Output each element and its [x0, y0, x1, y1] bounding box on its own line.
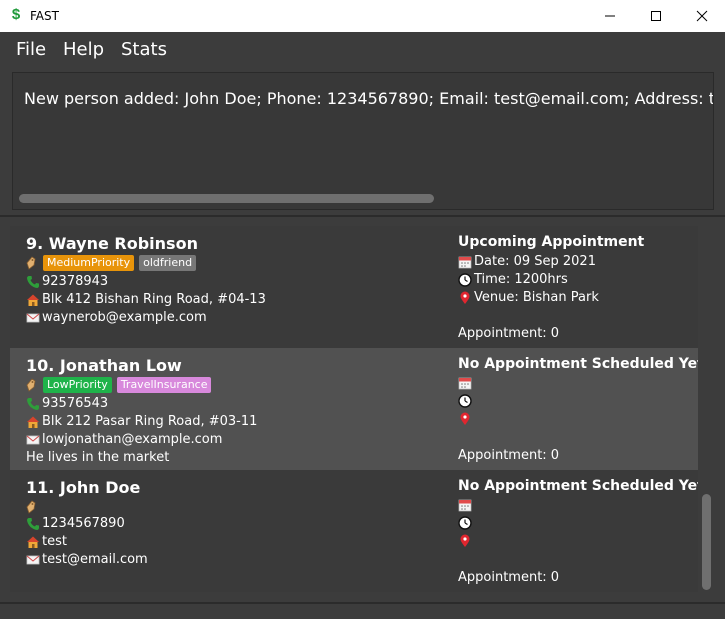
house-icon — [27, 294, 39, 306]
mail-icon — [26, 313, 40, 322]
tag-chip: oldfriend — [139, 255, 197, 271]
appointment-venue-line — [458, 534, 474, 548]
house-icon — [27, 536, 39, 548]
person-list[interactable]: 9. Wayne Robinson MediumPriority oldfrie… — [10, 226, 698, 592]
remark-line: He lives in the market — [26, 450, 169, 465]
title-bar: $ FAST — [0, 0, 725, 32]
appointment-title: Upcoming Appointment — [458, 234, 645, 250]
status-bar — [0, 602, 725, 619]
clock-icon — [458, 272, 472, 287]
email-text: waynerob@example.com — [42, 310, 207, 325]
location-pin-icon — [460, 291, 470, 304]
phone-text: 92378943 — [42, 274, 109, 289]
list-vertical-scrollbar[interactable] — [702, 494, 711, 590]
tag-icon — [26, 256, 36, 270]
appointment-time-line — [458, 394, 474, 408]
person-card[interactable]: 11. John Doe 1234567890 test test@email.… — [10, 470, 698, 592]
calendar-icon — [458, 499, 472, 512]
appointment-venue-line — [458, 412, 474, 426]
appointment-date-line: Date: 09 Sep 2021 — [458, 254, 596, 269]
menu-stats[interactable]: Stats — [121, 39, 167, 60]
appointment-time-line: Time: 1200hrs — [458, 272, 568, 287]
dollar-app-icon: $ — [11, 6, 21, 23]
person-card[interactable]: 9. Wayne Robinson MediumPriority oldfrie… — [10, 226, 698, 348]
phone-line: 93576543 — [26, 396, 108, 411]
tag-icon — [26, 500, 36, 514]
tag-row — [26, 498, 38, 516]
menu-file[interactable]: File — [16, 39, 46, 60]
appointment-time-line — [458, 516, 474, 530]
appointment-time: Time: 1200hrs — [474, 272, 568, 287]
appointment-date-line — [458, 498, 474, 512]
address-text: Blk 212 Pasar Ring Road, #03-11 — [42, 414, 258, 429]
appointment-count: Appointment: 0 — [458, 570, 560, 585]
person-card[interactable]: 10. Jonathan Low LowPriority TravelInsur… — [10, 348, 698, 470]
address-line: test — [26, 534, 67, 549]
phone-line: 92378943 — [26, 274, 108, 289]
email-line: waynerob@example.com — [26, 310, 207, 325]
appointment-date: Date: 09 Sep 2021 — [474, 254, 596, 269]
address-line: Blk 212 Pasar Ring Road, #03-11 — [26, 414, 257, 429]
tag-chip: TravelInsurance — [116, 377, 212, 393]
phone-icon — [27, 275, 39, 288]
result-display-panel: New person added: John Doe; Phone: 12345… — [0, 66, 725, 216]
location-pin-icon — [460, 412, 470, 425]
phone-icon — [27, 397, 39, 410]
phone-text: 1234567890 — [42, 516, 125, 531]
mail-icon — [26, 435, 40, 444]
phone-icon — [27, 517, 39, 530]
appointment-title: No Appointment Scheduled Yet — [458, 356, 698, 372]
tag-chip: LowPriority — [43, 377, 112, 393]
result-display[interactable]: New person added: John Doe; Phone: 12345… — [12, 72, 714, 210]
tag-chip: MediumPriority — [43, 255, 135, 271]
location-pin-icon — [460, 534, 470, 547]
minimize-icon — [605, 15, 615, 17]
appointment-venue: Venue: Bishan Park — [474, 290, 599, 305]
phone-text: 93576543 — [42, 396, 109, 411]
close-icon — [696, 10, 708, 22]
appointment-count: Appointment: 0 — [458, 326, 560, 341]
person-name: 11. John Doe — [26, 478, 141, 497]
email-line: lowjonathan@example.com — [26, 432, 222, 447]
clock-icon — [458, 516, 472, 530]
email-text: lowjonathan@example.com — [42, 432, 223, 447]
close-button[interactable] — [679, 0, 725, 32]
mail-icon — [26, 555, 40, 564]
clock-icon — [458, 394, 472, 408]
minimize-button[interactable] — [587, 0, 633, 32]
remark-text: He lives in the market — [26, 450, 170, 465]
calendar-icon — [458, 256, 472, 268]
email-text: test@email.com — [42, 552, 148, 567]
tag-icon — [26, 378, 36, 392]
split-divider[interactable] — [0, 215, 725, 217]
result-message: New person added: John Doe; Phone: 12345… — [24, 89, 714, 108]
maximize-button[interactable] — [633, 0, 679, 32]
result-horizontal-scrollbar[interactable] — [19, 194, 434, 203]
address-line: Blk 412 Bishan Ring Road, #04-13 — [26, 292, 266, 307]
appointment-venue-line: Venue: Bishan Park — [458, 290, 599, 305]
email-line: test@email.com — [26, 552, 148, 567]
person-name: 10. Jonathan Low — [26, 356, 182, 375]
address-text: Blk 412 Bishan Ring Road, #04-13 — [42, 292, 266, 307]
window-title: FAST — [30, 9, 59, 23]
appointment-title: No Appointment Scheduled Yet — [458, 478, 698, 494]
appointment-count: Appointment: 0 — [458, 448, 560, 463]
tag-row: LowPriority TravelInsurance — [26, 376, 212, 394]
menu-bar: File Help Stats — [0, 32, 725, 66]
menu-help[interactable]: Help — [63, 39, 104, 60]
appointment-date-line — [458, 376, 474, 390]
calendar-icon — [458, 377, 472, 390]
maximize-icon — [651, 11, 661, 21]
tag-row: MediumPriority oldfriend — [26, 254, 197, 272]
house-icon — [27, 416, 39, 428]
person-name: 9. Wayne Robinson — [26, 234, 198, 253]
phone-line: 1234567890 — [26, 516, 125, 531]
address-text: test — [42, 534, 67, 549]
